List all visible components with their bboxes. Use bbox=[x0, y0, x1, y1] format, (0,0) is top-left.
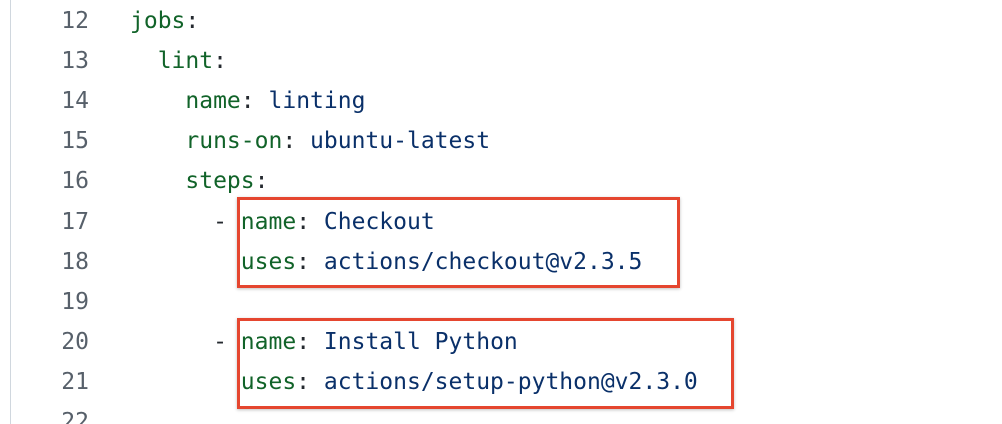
highlight-box-checkout-step bbox=[237, 197, 680, 288]
code-text: jobs: bbox=[130, 1, 199, 41]
code-line: 15 runs-on: ubuntu-latest bbox=[0, 121, 1002, 161]
code-text: runs-on: ubuntu-latest bbox=[130, 121, 490, 161]
yaml-separator-space bbox=[296, 128, 310, 154]
code-line: 13 lint: bbox=[0, 41, 1002, 81]
yaml-key: lint bbox=[157, 48, 214, 75]
code-text: steps: bbox=[130, 161, 269, 201]
line-number[interactable]: 13 bbox=[0, 41, 89, 81]
yaml-value: linting bbox=[268, 88, 366, 115]
yaml-colon: : bbox=[240, 88, 255, 115]
code-text: name: linting bbox=[130, 81, 365, 121]
yaml-colon: : bbox=[254, 168, 269, 195]
code-line: 14 name: linting bbox=[0, 81, 1002, 121]
highlight-box-install-python-step bbox=[237, 318, 734, 409]
yaml-key: name bbox=[185, 88, 241, 115]
yaml-colon: : bbox=[282, 128, 297, 155]
yaml-colon: : bbox=[185, 8, 200, 34]
line-number[interactable]: 12 bbox=[0, 1, 89, 41]
yaml-key: steps bbox=[185, 168, 255, 195]
yaml-separator-space bbox=[255, 88, 269, 114]
line-number[interactable]: 18 bbox=[0, 242, 89, 282]
yaml-colon: : bbox=[213, 48, 227, 75]
yaml-key: jobs bbox=[130, 8, 186, 34]
line-number[interactable]: 22 bbox=[0, 402, 89, 424]
line-number[interactable]: 19 bbox=[0, 282, 89, 322]
line-number[interactable]: 17 bbox=[0, 202, 89, 242]
code-line: 12 jobs: bbox=[0, 1, 1002, 41]
yaml-value: ubuntu-latest bbox=[310, 128, 491, 155]
line-number[interactable]: 16 bbox=[0, 161, 89, 201]
line-number[interactable]: 20 bbox=[0, 322, 89, 362]
line-number[interactable]: 14 bbox=[0, 81, 89, 121]
code-line: 16 steps: bbox=[0, 161, 1002, 201]
yaml-code-view: 12 jobs: 13 lint: 14 name: linting 15 runs-o… bbox=[0, 0, 1002, 424]
code-text: lint: bbox=[130, 41, 227, 81]
line-number[interactable]: 21 bbox=[0, 362, 89, 402]
line-number[interactable]: 15 bbox=[0, 121, 89, 161]
yaml-key: runs-on bbox=[185, 128, 283, 155]
